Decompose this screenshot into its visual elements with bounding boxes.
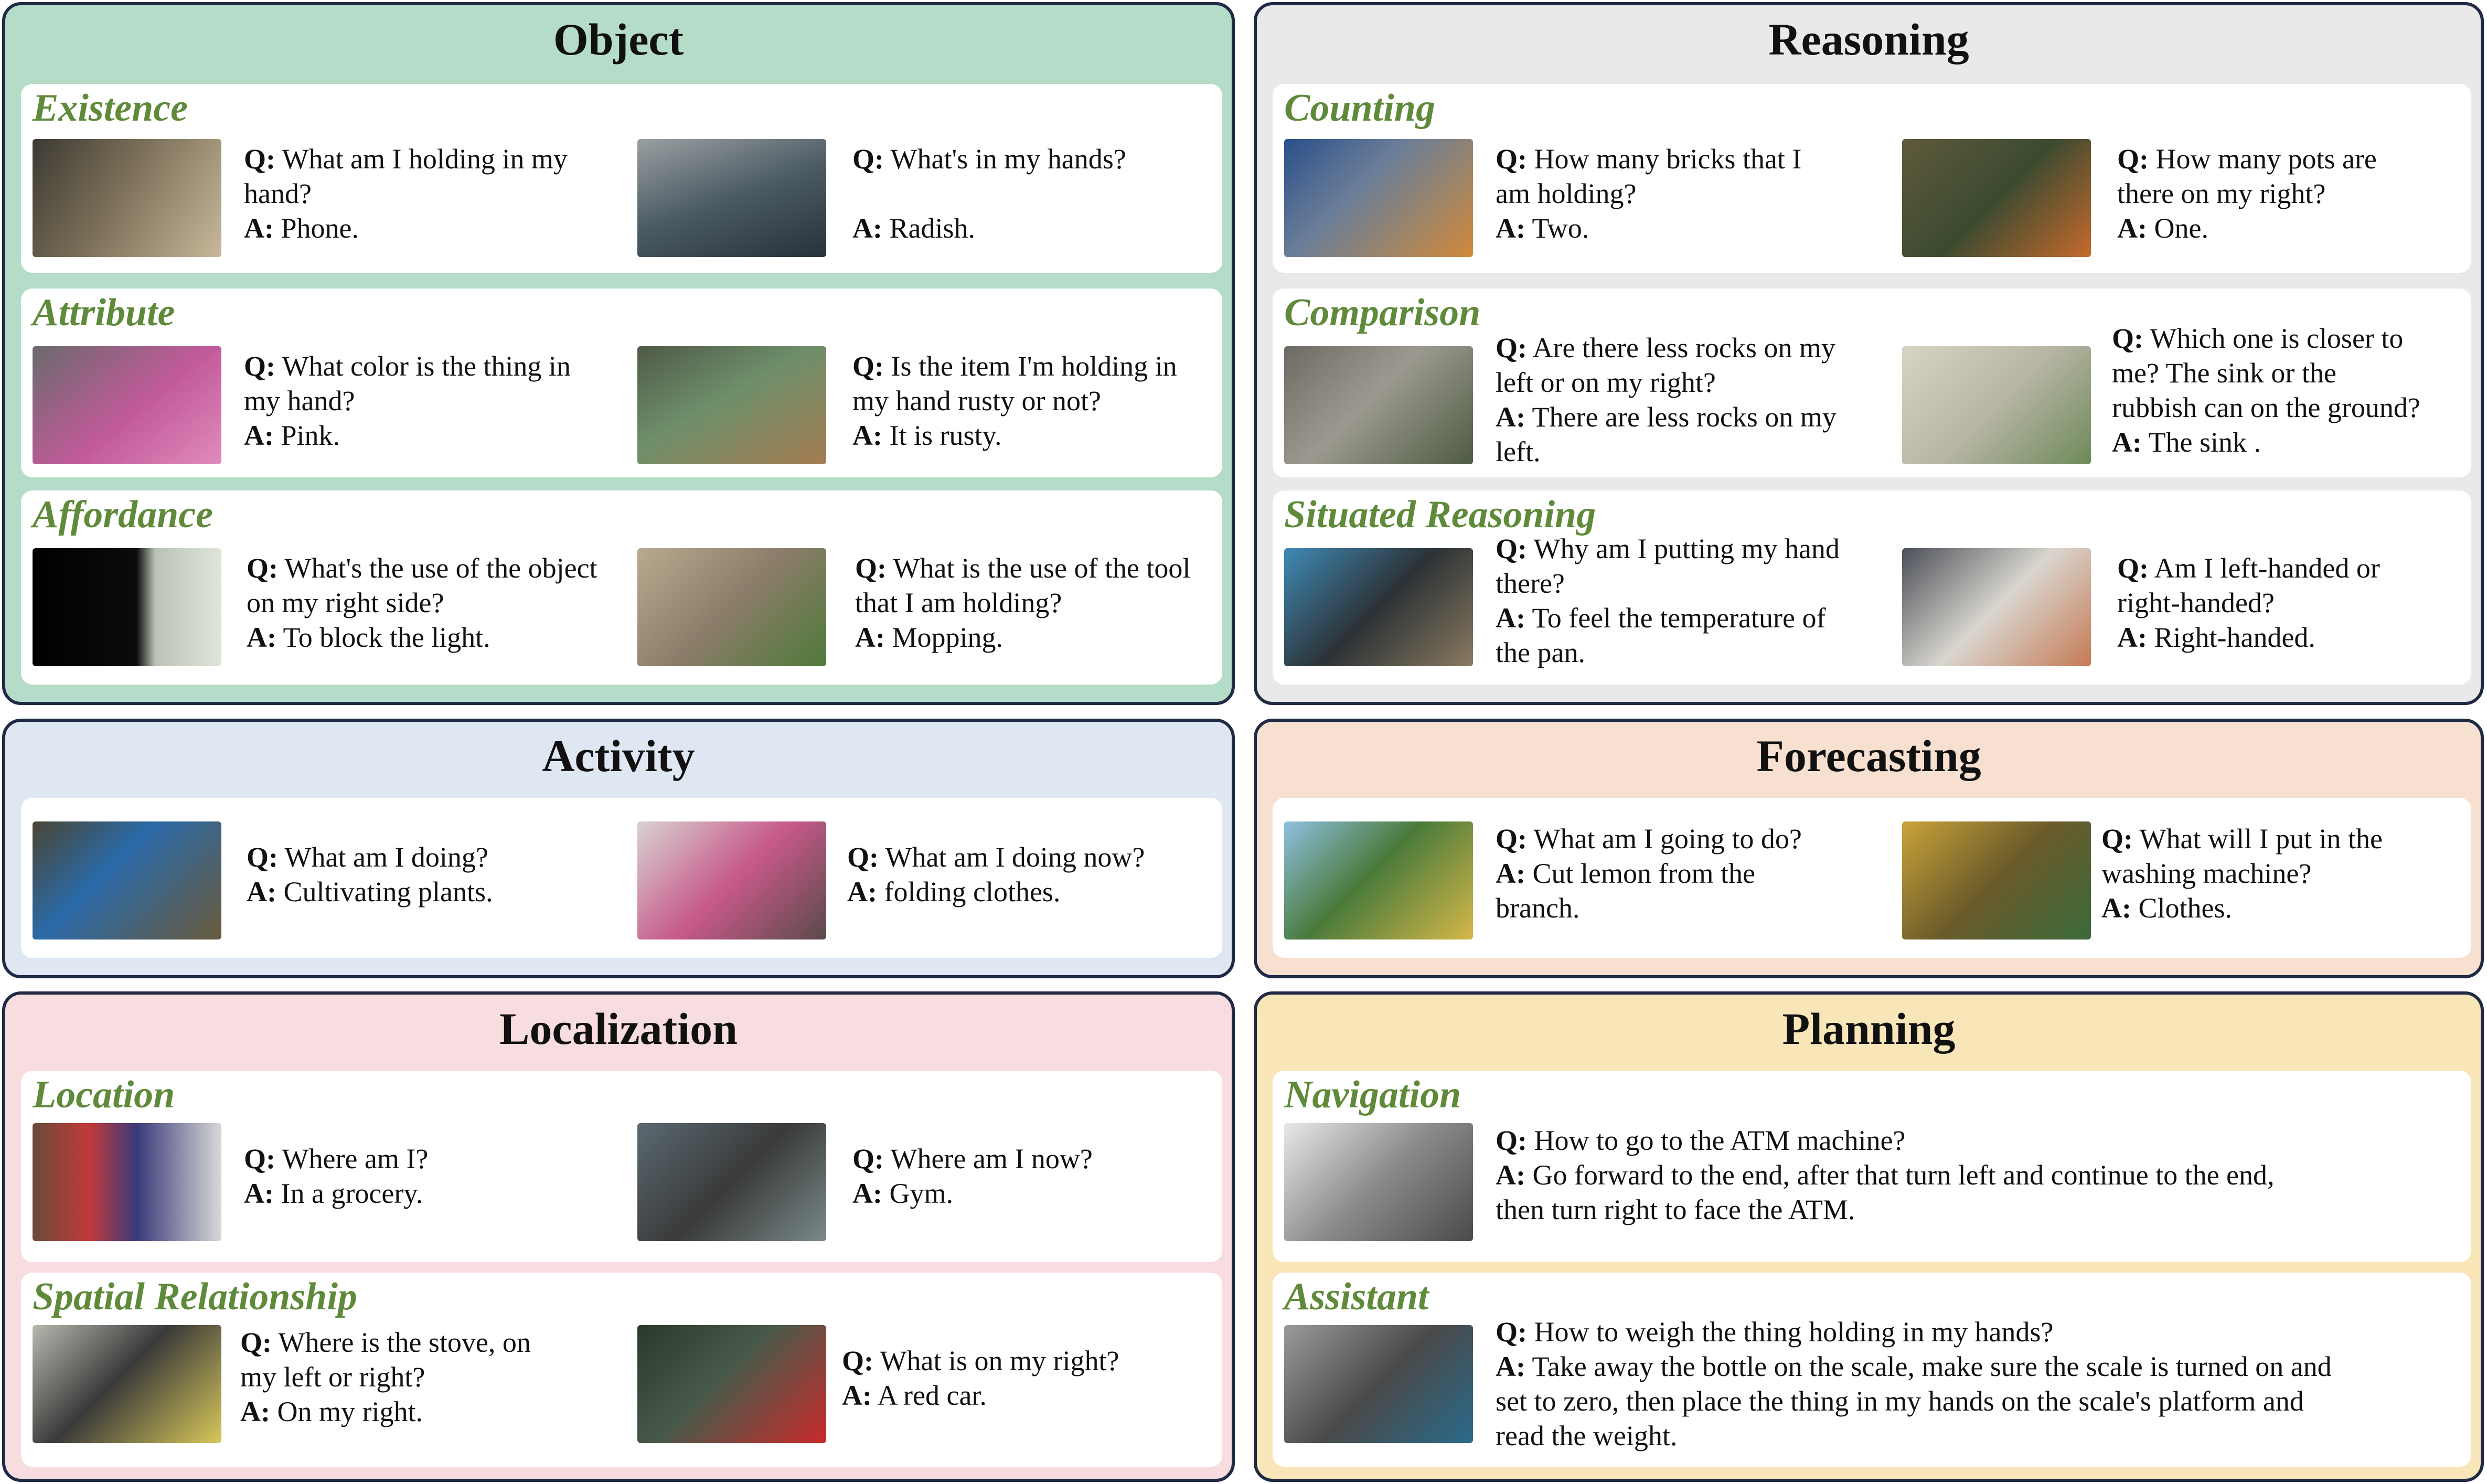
thumbnail-image: [1902, 821, 2091, 939]
counting-card: Counting Q: How many bricks that I am ho…: [1273, 84, 2471, 273]
thumbnail-image: [33, 346, 221, 464]
qa-pair: Q: Is the item I'm holding in my hand ru…: [852, 350, 1177, 451]
thumbnail-image: [1902, 139, 2091, 257]
thumbnail-image: [1284, 1123, 1473, 1241]
thumbnail-image: [1284, 1325, 1473, 1443]
thumbnail-image: [637, 1123, 826, 1241]
object-panel: Object Existence Q: What am I holding in…: [2, 2, 1235, 705]
affordance-card: Affordance Q: What's the use of the obje…: [21, 490, 1222, 685]
qa-pair: Q: Why am I putting my hand there? A: To…: [1496, 533, 1840, 668]
qa-pair: Q: What am I doing now? A: folding cloth…: [847, 841, 1145, 908]
subtitle: Spatial Relationship: [33, 1275, 357, 1318]
panel-title: Planning: [1782, 1003, 1956, 1054]
thumbnail-image: [637, 821, 826, 939]
subtitle: Attribute: [33, 291, 175, 334]
thumbnail-image: [1284, 346, 1473, 464]
qa-pair: Q: How many pots are there on my right? …: [2117, 143, 2377, 244]
qa-pair: Q: Am I left-handed or right-handed? A: …: [2117, 552, 2380, 653]
thumbnail-image: [33, 821, 221, 939]
qa-pair: Q: Where am I? A: In a grocery.: [244, 1143, 429, 1209]
thumbnail-image: [637, 1325, 826, 1443]
qa-pair: Q: What will I put in the washing machin…: [2101, 823, 2383, 924]
subtitle: Assistant: [1284, 1275, 1429, 1318]
subtitle: Comparison: [1284, 291, 1481, 334]
qa-pair: Q: What am I going to do? A: Cut lemon f…: [1496, 823, 1802, 924]
planning-panel: Planning Navigation Q: How to go to the …: [1254, 991, 2484, 1482]
qa-pair: Q: Where is the stove, on my left or rig…: [240, 1327, 531, 1427]
panel-title: Forecasting: [1756, 731, 1981, 781]
spatial-relationship-card: Spatial Relationship Q: Where is the sto…: [21, 1273, 1222, 1467]
activity-card: Q: What am I doing? A: Cultivating plant…: [21, 798, 1222, 958]
forecasting-card: Q: What am I going to do? A: Cut lemon f…: [1273, 798, 2471, 958]
thumbnail-image: [33, 139, 221, 257]
subtitle: Location: [33, 1073, 175, 1116]
situated-reasoning-card: Situated Reasoning Q: Why am I putting m…: [1273, 490, 2471, 685]
thumbnail-image: [33, 1123, 221, 1241]
panel-title: Activity: [542, 731, 695, 781]
panel-title: Reasoning: [1768, 14, 1969, 65]
qa-pair: Q: What's the use of the object on my ri…: [247, 552, 597, 653]
subtitle: Situated Reasoning: [1284, 493, 1596, 536]
thumbnail-image: [1284, 548, 1473, 666]
panel-title: Localization: [499, 1003, 738, 1054]
subtitle: Existence: [33, 87, 188, 130]
thumbnail-image: [1902, 346, 2091, 464]
qa-pair: Q: What is the use of the tool that I am…: [855, 552, 1191, 653]
activity-panel: Activity Q: What am I doing? A: Cultivat…: [2, 719, 1235, 978]
thumbnail-image: [33, 548, 221, 666]
navigation-card: Navigation Q: How to go to the ATM machi…: [1273, 1071, 2471, 1262]
subtitle: Counting: [1284, 87, 1435, 130]
qa-pair: Q: Are there less rocks on my left or on…: [1496, 332, 1837, 467]
qa-pair: Q: How to go to the ATM machine? A: Go f…: [1496, 1125, 2275, 1225]
panel-title: Object: [553, 14, 684, 65]
qa-pair: Q: How to weigh the thing holding in my …: [1496, 1316, 2332, 1451]
subtitle: Affordance: [33, 493, 213, 536]
thumbnail-image: [637, 139, 826, 257]
thumbnail-image: [33, 1325, 221, 1443]
thumbnail-image: [1902, 548, 2091, 666]
assistant-card: Assistant Q: How to weigh the thing hold…: [1273, 1273, 2471, 1467]
localization-panel: Localization Location Q: Where am I? A: …: [2, 991, 1235, 1482]
forecasting-panel: Forecasting Q: What am I going to do? A:…: [1254, 719, 2484, 978]
qa-pair: Q: What am I doing? A: Cultivating plant…: [247, 841, 493, 908]
qa-pair: Q: What am I holding in my hand? A: Phon…: [244, 143, 568, 244]
qa-pair: Q: How many bricks that I am holding? A:…: [1496, 143, 1802, 244]
qa-pair: Q: What color is the thing in my hand? A…: [244, 350, 571, 451]
attribute-card: Attribute Q: What color is the thing in …: [21, 289, 1222, 477]
thumbnail-image: [1284, 821, 1473, 939]
subtitle: Navigation: [1284, 1073, 1461, 1116]
thumbnail-image: [637, 548, 826, 666]
qa-pair: Q: Which one is closer to me? The sink o…: [2112, 323, 2420, 458]
qa-pair: Q: Where am I now? A: Gym.: [852, 1143, 1093, 1209]
existence-card: Existence Q: What am I holding in my han…: [21, 84, 1222, 273]
comparison-card: Comparison Q: Are there less rocks on my…: [1273, 289, 2471, 477]
reasoning-panel: Reasoning Counting Q: How many bricks th…: [1254, 2, 2484, 705]
location-card: Location Q: Where am I? A: In a grocery.…: [21, 1071, 1222, 1262]
thumbnail-image: [637, 346, 826, 464]
thumbnail-image: [1284, 139, 1473, 257]
qa-pair: Q: What is on my right? A: A red car.: [842, 1345, 1119, 1411]
qa-pair: Q: What's in my hands? A: Radish.: [852, 143, 1126, 244]
